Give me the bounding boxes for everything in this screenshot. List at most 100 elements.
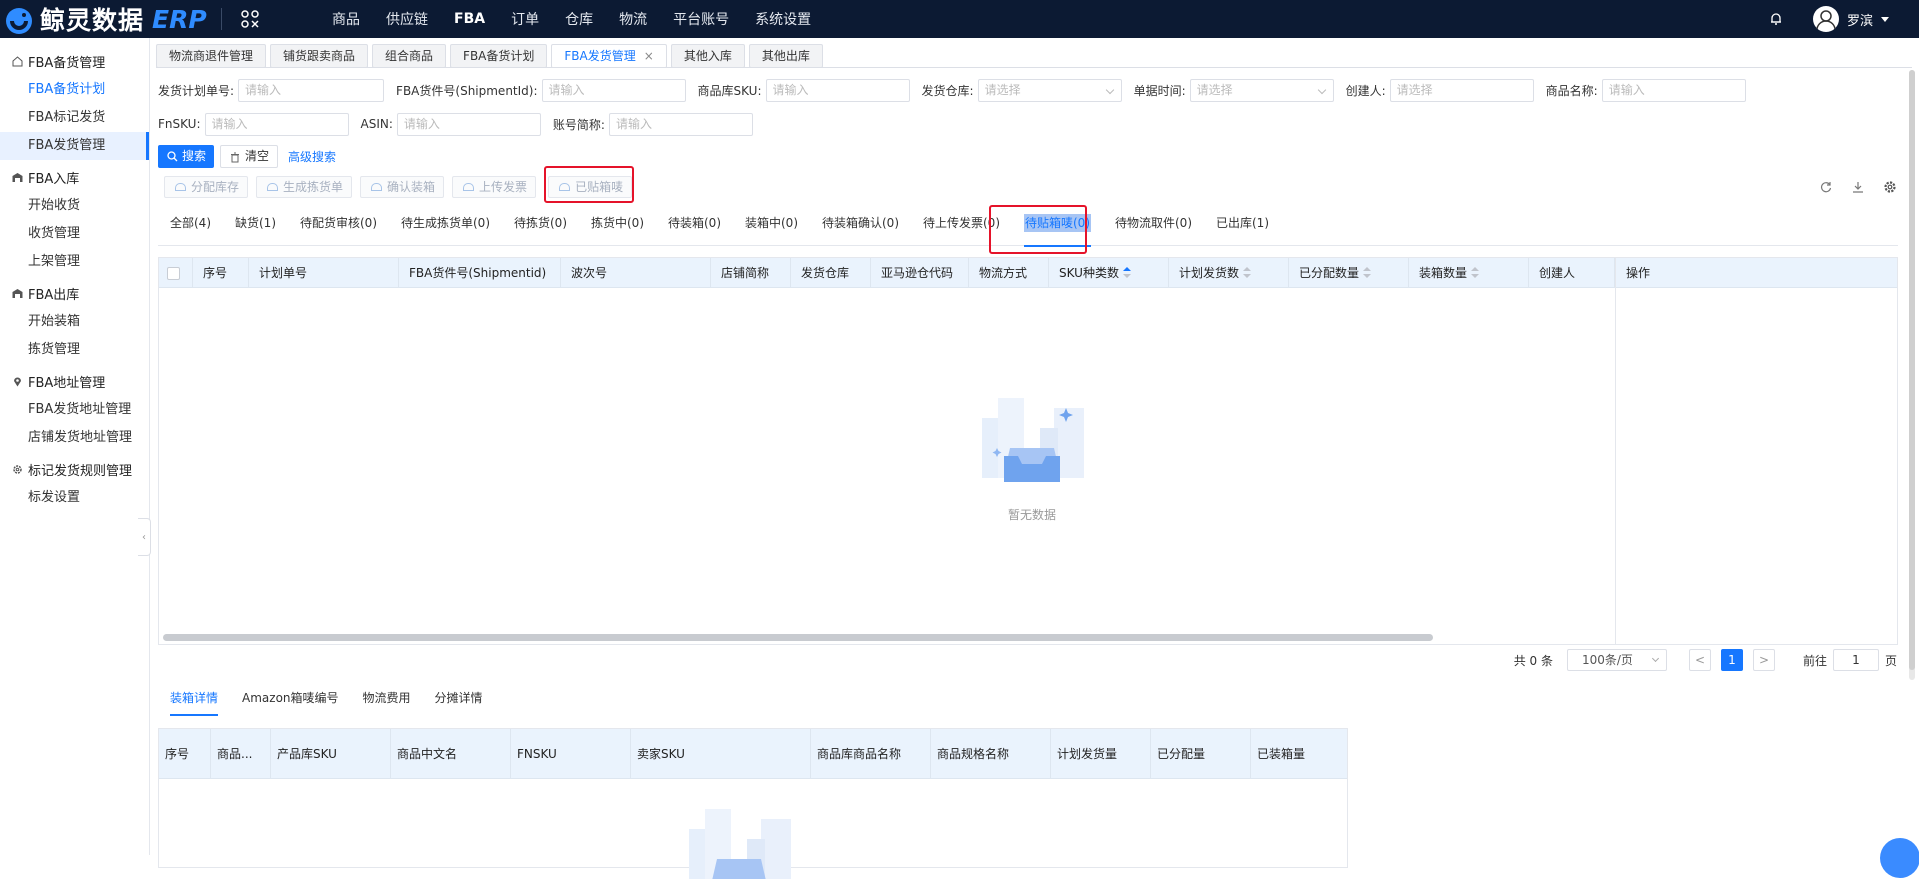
nav-system-settings[interactable]: 系统设置 bbox=[755, 9, 811, 29]
tab-other-inbound[interactable]: 其他入库 bbox=[670, 44, 745, 68]
sidebar-group-mark-rules[interactable]: 标记发货规则管理 bbox=[0, 454, 149, 484]
tab-logistics-return[interactable]: 物流商退件管理 bbox=[156, 44, 267, 68]
bell-icon[interactable] bbox=[1769, 12, 1783, 26]
nav-logistics[interactable]: 物流 bbox=[619, 9, 647, 29]
nav-warehouse[interactable]: 仓库 bbox=[565, 9, 593, 29]
status-tab-pending-pack-confirm[interactable]: 待装箱确认(0) bbox=[810, 212, 911, 246]
chevron-down-icon[interactable] bbox=[1881, 16, 1889, 22]
horizontal-scrollbar[interactable] bbox=[163, 634, 1433, 641]
goto-input[interactable]: 1 bbox=[1832, 649, 1879, 671]
prev-page-button[interactable]: < bbox=[1688, 649, 1711, 671]
status-tab-pending-packing[interactable]: 待装箱(0) bbox=[656, 212, 733, 246]
sidebar-group-fba-address[interactable]: FBA地址管理 bbox=[0, 366, 149, 396]
date-select[interactable]: 请选择 bbox=[1189, 78, 1334, 102]
truck-icon bbox=[175, 183, 186, 191]
status-tab-pending-picklist[interactable]: 待生成拣货单(0) bbox=[389, 212, 502, 246]
goto-suffix: 页 bbox=[1884, 653, 1897, 668]
sidebar-item-fba-ship-manage[interactable]: FBA发货管理 bbox=[0, 132, 149, 160]
tab-amazon-box-label[interactable]: Amazon箱唛编号 bbox=[230, 680, 351, 716]
tab-fba-ship-manage[interactable]: FBA发货管理 × bbox=[551, 44, 667, 68]
user-name[interactable]: 罗滨 bbox=[1847, 10, 1873, 29]
nav-products[interactable]: 商品 bbox=[332, 9, 360, 29]
avatar[interactable] bbox=[1812, 6, 1839, 32]
gear-icon[interactable] bbox=[1883, 180, 1897, 194]
clear-button[interactable]: 清空 bbox=[220, 145, 279, 168]
tab-packing-detail[interactable]: 装箱详情 bbox=[158, 680, 230, 716]
asin-input[interactable]: 请输入 bbox=[396, 112, 541, 136]
vertical-scrollbar[interactable] bbox=[1909, 70, 1915, 680]
nav-supply-chain[interactable]: 供应链 bbox=[386, 9, 428, 29]
sidebar-item-fba-mark-ship[interactable]: FBA标记发货 bbox=[0, 104, 149, 132]
tab-combo-goods[interactable]: 组合商品 bbox=[372, 44, 447, 68]
warehouse-select[interactable]: 请选择 bbox=[977, 78, 1122, 102]
tab-logistics-fee[interactable]: 物流费用 bbox=[351, 680, 423, 716]
shipment-id-input[interactable]: 请输入 bbox=[541, 78, 686, 102]
sidebar-item-start-packing[interactable]: 开始装箱 bbox=[0, 308, 149, 336]
current-page[interactable]: 1 bbox=[1720, 649, 1743, 671]
nav-platform-accounts[interactable]: 平台账号 bbox=[673, 9, 729, 29]
sort-icon[interactable] bbox=[1243, 267, 1251, 279]
select-all-checkbox[interactable] bbox=[159, 258, 193, 288]
sku-input[interactable]: 请输入 bbox=[765, 78, 910, 102]
status-tab-pending-picking[interactable]: 待拣货(0) bbox=[502, 212, 579, 246]
sidebar-item-fba-plan[interactable]: FBA备货计划 bbox=[0, 76, 149, 104]
tab-allocation-detail[interactable]: 分摊详情 bbox=[423, 680, 495, 716]
status-tab-shipped[interactable]: 已出库(1) bbox=[1204, 212, 1281, 246]
fnsku-input[interactable]: 请输入 bbox=[204, 112, 349, 136]
tab-label: FBA备货计划 bbox=[463, 49, 535, 63]
sidebar-item-receive-manage[interactable]: 收货管理 bbox=[0, 220, 149, 248]
tab-other-outbound[interactable]: 其他出库 bbox=[748, 44, 823, 68]
sort-icon[interactable] bbox=[1363, 267, 1371, 279]
close-icon[interactable]: × bbox=[644, 49, 654, 63]
allocate-stock-button[interactable]: 分配库存 bbox=[164, 176, 249, 198]
col-allocated-qty[interactable]: 已分配数量 bbox=[1289, 258, 1409, 288]
sidebar-collapse-button[interactable]: ‹ bbox=[138, 518, 151, 556]
download-icon[interactable] bbox=[1851, 180, 1865, 194]
product-name-input[interactable]: 请输入 bbox=[1601, 78, 1746, 102]
scrollbar-thumb[interactable] bbox=[1909, 70, 1915, 670]
sidebar-item-shelf-manage[interactable]: 上架管理 bbox=[0, 248, 149, 276]
upload-invoice-button[interactable]: 上传发票 bbox=[452, 176, 537, 198]
sidebar-item-store-address[interactable]: 店铺发货地址管理 bbox=[0, 424, 149, 452]
sidebar-group-fba-outbound[interactable]: FBA出库 bbox=[0, 278, 149, 308]
col-box-qty[interactable]: 装箱数量 bbox=[1409, 258, 1529, 288]
sidebar-group-label: FBA备货管理 bbox=[28, 55, 106, 71]
table-tools bbox=[1801, 180, 1897, 194]
confirm-packing-button[interactable]: 确认装箱 bbox=[360, 176, 445, 198]
refresh-icon[interactable] bbox=[1819, 180, 1833, 194]
plan-no-input[interactable]: 请输入 bbox=[238, 78, 385, 102]
sidebar-item-mark-settings[interactable]: 标发设置 bbox=[0, 484, 149, 512]
advanced-search-link[interactable]: 高级搜索 bbox=[288, 148, 336, 165]
status-tab-out-of-stock[interactable]: 缺货(1) bbox=[223, 212, 288, 246]
app-grid-icon[interactable] bbox=[240, 9, 260, 29]
status-tab-all[interactable]: 全部(4) bbox=[158, 212, 223, 246]
nav-orders[interactable]: 订单 bbox=[511, 9, 539, 29]
sort-icon[interactable] bbox=[1123, 267, 1131, 279]
col-sku-types[interactable]: SKU种类数 bbox=[1049, 258, 1169, 288]
nav-fba[interactable]: FBA bbox=[454, 11, 485, 27]
sidebar-item-fba-address[interactable]: FBA发货地址管理 bbox=[0, 396, 149, 424]
page-size-select[interactable]: 100条/页 bbox=[1566, 649, 1667, 671]
creator-select[interactable]: 请选择 bbox=[1389, 78, 1534, 102]
tab-fba-plan[interactable]: FBA备货计划 bbox=[450, 44, 548, 68]
status-tab-picking[interactable]: 拣货中(0) bbox=[579, 212, 656, 246]
account-input[interactable]: 请输入 bbox=[608, 112, 753, 136]
sidebar-item-picking-manage[interactable]: 拣货管理 bbox=[0, 336, 149, 364]
status-tab-pending-pickup[interactable]: 待物流取件(0) bbox=[1103, 212, 1204, 246]
tab-distribution-goods[interactable]: 铺货跟卖商品 bbox=[270, 44, 369, 68]
warehouse-placeholder: 请选择 bbox=[984, 82, 1021, 97]
checkbox[interactable] bbox=[167, 267, 180, 280]
page-size-value: 100条/页 bbox=[1581, 653, 1633, 667]
help-float-button[interactable] bbox=[1880, 838, 1919, 878]
sidebar-item-start-receive[interactable]: 开始收货 bbox=[0, 192, 149, 220]
sort-icon[interactable] bbox=[1471, 267, 1479, 279]
status-tab-pending-allocation-review[interactable]: 待配货审核(0) bbox=[288, 212, 389, 246]
col-plan-qty[interactable]: 计划发货数 bbox=[1169, 258, 1289, 288]
status-tab-packing[interactable]: 装箱中(0) bbox=[733, 212, 810, 246]
brand-logo[interactable]: 鲸灵数据 ERP bbox=[2, 0, 260, 38]
sidebar-group-fba-inbound[interactable]: FBA入库 bbox=[0, 162, 149, 192]
generate-picklist-button[interactable]: 生成拣货单 bbox=[256, 176, 353, 198]
next-page-button[interactable]: > bbox=[1752, 649, 1775, 671]
sidebar-group-fba-stock[interactable]: FBA备货管理 bbox=[0, 46, 149, 76]
search-button[interactable]: 搜索 bbox=[158, 145, 215, 168]
